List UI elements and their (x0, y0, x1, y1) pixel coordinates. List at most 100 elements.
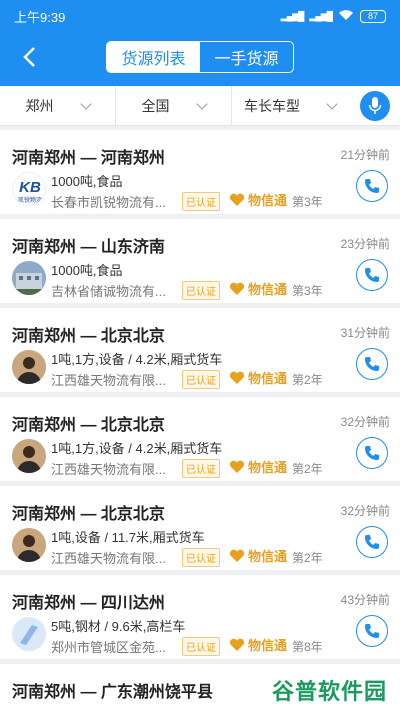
microphone-icon (368, 97, 382, 114)
wuxintong-badge: 物信通 (229, 457, 287, 476)
company-name: 江西雄天物流有限... (51, 462, 166, 477)
avatar (12, 439, 46, 473)
list-item[interactable]: 河南郑州 — 四川达州 43分钟前 5吨,钢材 / 9.6米,高栏车 郑州市管城… (0, 575, 400, 659)
list-item[interactable]: 河南郑州 — 山东济南 23分钟前 1000吨,食品 吉林省储诚物流有... 已… (0, 219, 400, 303)
heart-handshake-icon (229, 638, 245, 651)
cargo-desc: 1吨,设备 / 11.7米,厢式货车 (51, 530, 205, 545)
route-title: 河南郑州 — 广东潮州饶平县 (12, 684, 213, 701)
chevron-down-icon (195, 97, 208, 110)
tab-cargo-list[interactable]: 货源列表 (107, 42, 200, 72)
tab-firsthand-cargo[interactable]: 一手货源 (200, 42, 293, 72)
company-name: 吉林省储诚物流有... (51, 284, 166, 299)
member-years: 第3年 (292, 195, 323, 209)
avatar (12, 528, 46, 562)
status-icons: ▂▄▆█ ▂▄▆█ 87 (281, 9, 386, 24)
verified-badge: 已认证 (182, 548, 220, 567)
filter-destination-label: 全国 (141, 97, 170, 114)
heart-handshake-icon (229, 371, 245, 384)
verified-badge: 已认证 (182, 281, 220, 300)
app-header: 上午9:39 ▂▄▆█ ▂▄▆█ 87 货源列表 一手货源 (0, 0, 400, 86)
call-button[interactable] (356, 170, 388, 202)
company-name: 郑州市管城区金苑... (51, 640, 166, 655)
route-title: 河南郑州 — 山东济南 (12, 239, 165, 256)
filter-bar: 郑州 全国 车长车型 (0, 85, 400, 126)
call-button[interactable] (356, 437, 388, 469)
status-bar: 上午9:39 ▂▄▆█ ▂▄▆█ 87 (0, 0, 400, 32)
route-title: 河南郑州 — 北京北京 (12, 328, 165, 345)
route-title: 河南郑州 — 北京北京 (12, 506, 165, 523)
wuxintong-label: 物信通 (248, 371, 288, 386)
cargo-desc: 1吨,1方,设备 / 4.2米,厢式货车 (51, 441, 223, 456)
route-title: 河南郑州 — 北京北京 (12, 417, 165, 434)
member-years: 第2年 (292, 373, 323, 387)
post-time: 21分钟前 (340, 148, 390, 162)
list-item[interactable]: 河南郑州 — 河南郑州 21分钟前 KB 凯锐物流 1000吨,食品 长春市凯锐… (0, 130, 400, 214)
wuxintong-badge: 物信通 (229, 635, 287, 654)
chevron-down-icon (79, 97, 92, 110)
route-title: 河南郑州 — 河南郑州 (12, 150, 165, 167)
verified-badge: 已认证 (182, 370, 220, 389)
avatar (12, 617, 46, 651)
voice-search-button[interactable] (360, 91, 390, 121)
wuxintong-badge: 物信通 (229, 190, 287, 209)
chevron-down-icon (326, 97, 338, 110)
filter-destination[interactable]: 全国 (116, 85, 232, 126)
post-time: 23分钟前 (340, 237, 390, 251)
avatar-logo-text: KB (19, 179, 41, 196)
filter-vehicle[interactable]: 车长车型 (232, 86, 348, 126)
phone-icon (365, 624, 379, 638)
phone-icon (365, 535, 379, 549)
heart-handshake-icon (229, 193, 245, 206)
verified-badge: 已认证 (182, 192, 220, 211)
wifi-icon (338, 9, 354, 24)
heart-handshake-icon (229, 282, 245, 295)
wuxintong-badge: 物信通 (229, 368, 287, 387)
back-button[interactable] (14, 42, 44, 72)
avatar: KB 凯锐物流 (12, 172, 46, 206)
member-years: 第3年 (292, 284, 323, 298)
heart-handshake-icon (229, 460, 245, 473)
wuxintong-badge: 物信通 (229, 546, 287, 565)
phone-icon (365, 446, 379, 460)
post-time: 32分钟前 (340, 415, 390, 429)
avatar-logo-caption: 凯锐物流 (18, 196, 42, 204)
post-time: 31分钟前 (340, 326, 390, 340)
filter-vehicle-label: 车长车型 (244, 97, 300, 114)
signal-icon: ▂▄▆█ (280, 10, 305, 21)
member-years: 第8年 (292, 640, 323, 654)
status-time: 上午9:39 (14, 9, 66, 25)
filter-origin[interactable]: 郑州 (0, 85, 116, 126)
call-button[interactable] (356, 615, 388, 647)
post-time: 43分钟前 (340, 593, 390, 607)
cargo-desc: 1000吨,食品 (51, 174, 123, 189)
phone-icon (365, 357, 379, 371)
filter-origin-label: 郑州 (25, 97, 54, 114)
cargo-desc: 1000吨,食品 (51, 263, 123, 278)
list-item[interactable]: 河南郑州 — 北京北京 31分钟前 1吨,1方,设备 / 4.2米,厢式货车 江… (0, 308, 400, 392)
chevron-left-icon (23, 47, 35, 67)
call-button[interactable] (356, 259, 388, 291)
wuxintong-label: 物信通 (248, 282, 288, 297)
tab-switcher: 货源列表 一手货源 (106, 41, 294, 73)
cargo-desc: 1吨,1方,设备 / 4.2米,厢式货车 (51, 352, 223, 367)
avatar (12, 350, 46, 384)
route-title: 河南郑州 — 四川达州 (12, 595, 165, 612)
list-item[interactable]: 河南郑州 — 北京北京 32分钟前 1吨,设备 / 11.7米,厢式货车 江西雄… (0, 486, 400, 570)
wuxintong-label: 物信通 (248, 193, 288, 208)
wuxintong-label: 物信通 (248, 638, 288, 653)
wuxintong-label: 物信通 (248, 549, 288, 564)
verified-badge: 已认证 (182, 459, 220, 478)
company-name: 江西雄天物流有限... (51, 551, 166, 566)
cargo-desc: 5吨,钢材 / 9.6米,高栏车 (51, 619, 186, 634)
heart-handshake-icon (229, 549, 245, 562)
verified-badge: 已认证 (182, 637, 220, 656)
list-item[interactable]: 河南郑州 — 北京北京 32分钟前 1吨,1方,设备 / 4.2米,厢式货车 江… (0, 397, 400, 481)
watermark: 谷普软件园 (272, 679, 388, 704)
company-name: 长春市凯锐物流有... (51, 195, 166, 210)
post-time: 32分钟前 (340, 504, 390, 518)
battery-indicator: 87 (360, 9, 386, 23)
phone-icon (365, 268, 379, 282)
call-button[interactable] (356, 526, 388, 558)
call-button[interactable] (356, 348, 388, 380)
signal-icon-2: ▂▄▆█ (309, 10, 333, 21)
